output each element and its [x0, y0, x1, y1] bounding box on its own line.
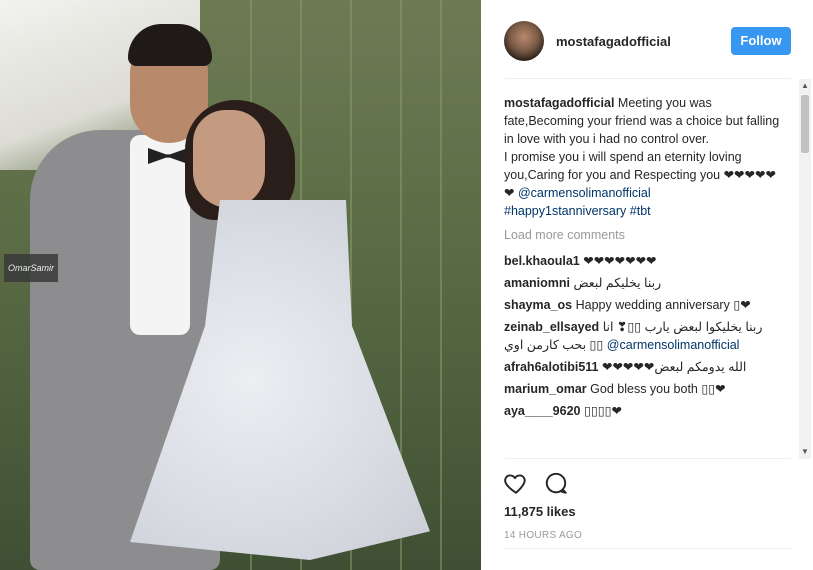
scroll-down-icon[interactable]: ▼: [799, 445, 811, 459]
caption-mention[interactable]: @carmensolimanofficial: [518, 186, 651, 200]
scrollbar-thumb[interactable]: [801, 95, 809, 153]
list-item: aya____9620 ▯▯▯▯❤: [504, 402, 784, 420]
post-side-panel: mostafagadofficial Follow mostafagadoffi…: [481, 0, 813, 570]
list-item: zeinab_ellsayed ربنا يخليكوا لبعض يارب ▯…: [504, 318, 784, 354]
comment-text: God bless you both ▯▯❤: [590, 382, 726, 396]
post-caption: mostafagadofficial Meeting you was fate,…: [504, 94, 784, 220]
caption-username[interactable]: mostafagadofficial: [504, 96, 614, 110]
scroll-up-icon[interactable]: ▲: [799, 79, 811, 93]
divider: [505, 458, 791, 459]
avatar[interactable]: [504, 21, 544, 61]
post-username[interactable]: mostafagadofficial: [556, 34, 671, 49]
groom-shirt: [130, 135, 190, 335]
comment-username[interactable]: zeinab_ellsayed: [504, 320, 599, 334]
list-item: marium_omar God bless you both ▯▯❤: [504, 380, 784, 398]
comment-icon[interactable]: [543, 470, 569, 496]
comment-text: Happy wedding anniversary ▯❤: [575, 298, 751, 312]
comment-username[interactable]: shayma_os: [504, 298, 572, 312]
comment-text: ❤❤❤❤❤الله يدومكم لبعض: [601, 360, 747, 374]
heart-icon[interactable]: [503, 470, 529, 496]
caption-hashtag[interactable]: #tbt: [630, 204, 651, 218]
post-header: mostafagadofficial Follow: [481, 0, 813, 79]
bride-head: [193, 110, 265, 208]
list-item: shayma_os Happy wedding anniversary ▯❤: [504, 296, 784, 314]
comment-text: ▯▯▯▯❤: [583, 404, 622, 418]
comments-scrollbar[interactable]: ▲ ▼: [799, 79, 811, 459]
comments-list[interactable]: mostafagadofficial Meeting you was fate,…: [504, 94, 784, 458]
comment-username[interactable]: afrah6alotibi511: [504, 360, 599, 374]
list-item: bel.khaoula1 ❤❤❤❤❤❤❤: [504, 252, 784, 270]
load-more-comments[interactable]: Load more comments: [504, 226, 784, 244]
divider: [505, 78, 791, 79]
comment-text: ❤❤❤❤❤❤❤: [583, 254, 657, 268]
comment-username[interactable]: marium_omar: [504, 382, 587, 396]
comment-username[interactable]: bel.khaoula1: [504, 254, 580, 268]
photo-grass: [440, 0, 442, 570]
comment-username[interactable]: aya____9620: [504, 404, 580, 418]
list-item: afrah6alotibi511 ❤❤❤❤❤الله يدومكم لبعض: [504, 358, 784, 376]
divider: [505, 548, 791, 549]
post-timestamp[interactable]: 14 HOURS AGO: [504, 530, 582, 541]
list-item: amaniomni ربنا يخليكم لبعض: [504, 274, 784, 292]
post-photo[interactable]: OmarSamir: [0, 0, 481, 570]
comment-username[interactable]: amaniomni: [504, 276, 570, 290]
follow-button[interactable]: Follow: [731, 27, 791, 55]
likes-count[interactable]: 11,875 likes: [504, 504, 576, 519]
caption-hashtag[interactable]: #happy1stanniversary: [504, 204, 626, 218]
comment-text: ربنا يخليكم لبعض: [573, 276, 662, 290]
comment-mention[interactable]: @carmensolimanofficial: [607, 338, 740, 352]
photographer-watermark: OmarSamir: [4, 254, 58, 282]
